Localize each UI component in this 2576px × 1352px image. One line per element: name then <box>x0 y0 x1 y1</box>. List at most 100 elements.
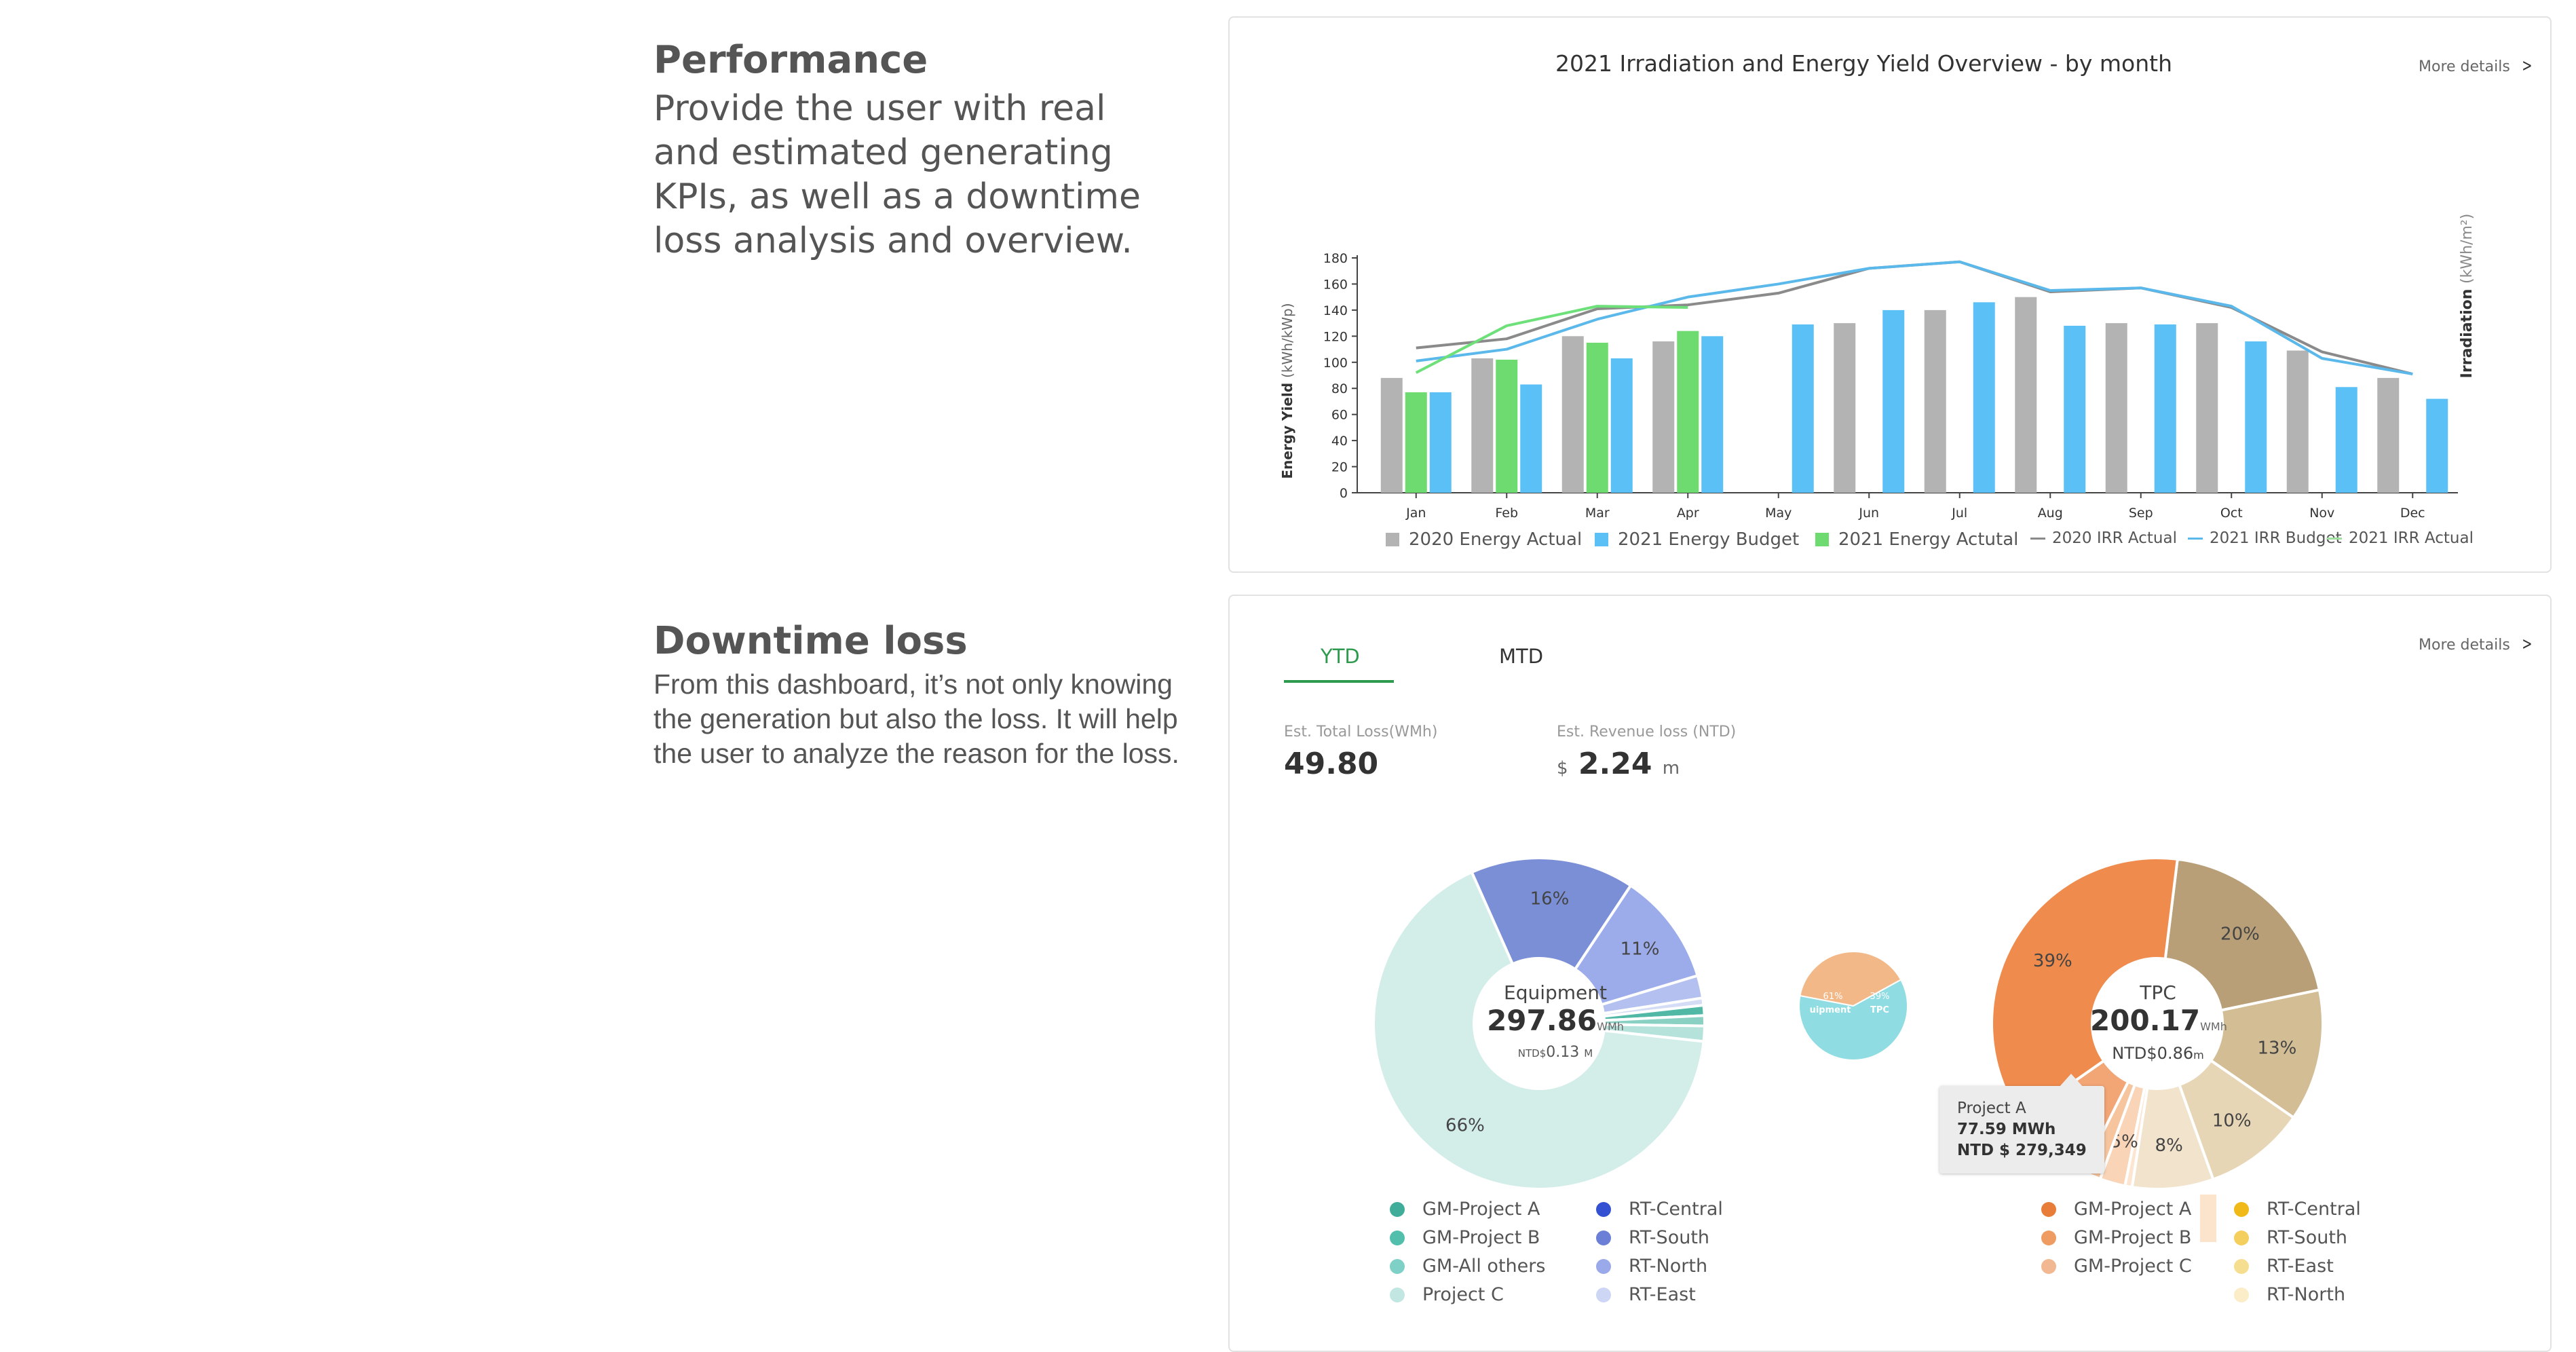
tpc-legend-gm-project-c[interactable]: GM-Project C <box>2041 1256 2192 1277</box>
bar-2020-energy-actual <box>2286 350 2309 493</box>
bar-2021-energy-budget <box>1610 358 1633 493</box>
x-tick-label: Aug <box>2038 506 2063 521</box>
equipment-center-title: Equipment <box>1504 981 1607 1004</box>
bar-2021-energy-budget <box>2064 325 2086 493</box>
tpc-legend-gm-project-a[interactable]: GM-Project A <box>2041 1199 2191 1220</box>
equipment-legend-gm-project-a[interactable]: GM-Project A <box>1390 1199 1540 1220</box>
legend-label: RT-East <box>2267 1256 2334 1277</box>
x-tick-label: Feb <box>1495 506 1518 521</box>
tpc-legend-rt-east[interactable]: RT-East <box>2234 1256 2334 1277</box>
y-tick-label: 60 <box>1331 408 1348 423</box>
legend-label: GM-Project A <box>1422 1199 1540 1220</box>
bar-2020-energy-actual <box>1471 358 1494 493</box>
slice-tooltip: Project A 77.59 MWh NTD $ 279,349 <box>1939 1086 2104 1173</box>
y-tick-label: 80 <box>1331 381 1348 396</box>
tpc-sub-value: 0.86 <box>2157 1044 2194 1063</box>
yield-chart: 0 20 40 60 80 100 120 140 160 180 Energy Yield (kW… <box>1279 214 2476 521</box>
equipment-sub-value: 0.13 <box>1546 1044 1580 1061</box>
legend-item-2021-energy-actutal[interactable]: 2021 Energy Actutal <box>1815 529 2018 550</box>
equipment-sub-unit: M <box>1584 1047 1593 1059</box>
equipment-legend-project-c[interactable]: Project C <box>1390 1284 1504 1305</box>
y-tick-label: 160 <box>1323 277 1348 292</box>
legend-label: RT-North <box>2267 1284 2346 1305</box>
legend-label: 2021 IRR Actual <box>2349 529 2474 547</box>
bar-2021-energy-budget <box>2426 398 2448 493</box>
legend-item-2021-irr-actual[interactable]: 2021 IRR Actual <box>2327 529 2474 547</box>
legend-dot <box>1390 1258 1405 1274</box>
tooltip-arrow <box>2059 1074 2083 1087</box>
tpc-legend-rt-south[interactable]: RT-South <box>2234 1227 2347 1248</box>
bar-2021-energy-actutal <box>1677 331 1699 493</box>
legend-dot <box>1596 1230 1611 1245</box>
legend-dot <box>2041 1258 2056 1274</box>
mini-pie-label: TPC <box>1870 1005 1889 1015</box>
equipment-center-sub: NTD$0.13 M <box>1481 1044 1630 1061</box>
tpc-legend-rt-north[interactable]: RT-North <box>2234 1284 2345 1305</box>
legend-label: 2021 Energy Budget <box>1618 529 1800 550</box>
x-tick-label: Oct <box>2220 506 2243 521</box>
bar-2021-energy-actutal <box>1586 342 1608 493</box>
equipment-value-number: 297.86 <box>1487 1004 1597 1037</box>
x-tick-label: Sep <box>2129 506 2153 521</box>
legend-dot <box>1390 1201 1405 1217</box>
equipment-slice-label: 16% <box>1530 889 1570 909</box>
equipment-legend-rt-east[interactable]: RT-East <box>1596 1284 1696 1305</box>
x-tick-label: Jan <box>1405 506 1426 521</box>
x-tick-label: Dec <box>2400 506 2425 521</box>
x-tick-label: Jul <box>1951 506 1967 521</box>
y-tick-label: 100 <box>1323 356 1348 371</box>
x-tick-label: Apr <box>1677 506 1699 521</box>
equipment-legend-rt-north[interactable]: RT-North <box>1596 1256 1707 1277</box>
legend-line <box>2030 537 2045 540</box>
bar-2021-energy-actutal <box>1405 392 1427 493</box>
legend-scroll-indicator[interactable] <box>2200 1195 2216 1242</box>
y-axis-label: Energy Yield (kWh/kWp) <box>1279 303 1295 478</box>
equipment-legend-rt-central[interactable]: RT-Central <box>1596 1199 1723 1220</box>
bar-2021-energy-budget <box>2335 387 2357 493</box>
legend-label: RT-Central <box>1629 1199 1723 1220</box>
equipment-tpc-mini-pie[interactable]: 61% uipment 39% TPC <box>1798 951 1908 1061</box>
x-tick-label: May <box>1765 506 1792 521</box>
equipment-legend-gm-project-b[interactable]: GM-Project B <box>1390 1227 1540 1248</box>
legend-line <box>2327 537 2342 540</box>
x-tick-label: Mar <box>1585 506 1610 521</box>
legend-item-2020-energy-actual[interactable]: 2020 Energy Actual <box>1386 529 1582 550</box>
legend-dot <box>2041 1201 2056 1217</box>
tooltip-mwh: 77.59 MWh <box>1957 1121 2056 1138</box>
tpc-center-sub: NTD$0.86m <box>2090 1044 2226 1063</box>
legend-label: Project C <box>1422 1284 1504 1305</box>
y2-axis-label: Irradiation (kWh/m²) <box>2459 214 2476 379</box>
bar-2021-energy-budget <box>1973 302 1995 493</box>
bar-2021-energy-budget <box>1701 336 1724 493</box>
legend-label: RT-South <box>2267 1227 2348 1248</box>
x-tick-label: Jun <box>1858 506 1879 521</box>
legend-dot <box>2234 1287 2249 1302</box>
y-tick-label: 20 <box>1331 460 1348 475</box>
legend-label: GM-Project C <box>2074 1256 2192 1277</box>
line-2021-irr-actual <box>1415 305 1688 374</box>
legend-item-2020-irr-actual[interactable]: 2020 IRR Actual <box>2030 529 2177 547</box>
tpc-legend-gm-project-b[interactable]: GM-Project B <box>2041 1227 2191 1248</box>
bar-2021-energy-budget <box>1429 392 1452 493</box>
legend-swatch <box>1595 533 1608 546</box>
equipment-legend-gm-all-others[interactable]: GM-All others <box>1390 1256 1545 1277</box>
bar-2020-energy-actual <box>2105 323 2127 493</box>
legend-item-2021-energy-budget[interactable]: 2021 Energy Budget <box>1595 529 1799 550</box>
legend-dot <box>1596 1258 1611 1274</box>
tpc-slice-label: 39% <box>2033 951 2072 971</box>
legend-label: RT-Central <box>2267 1199 2361 1220</box>
legend-label: 2021 Energy Actutal <box>1838 529 2019 550</box>
legend-item-2021-irr-budget[interactable]: 2021 IRR Budget <box>2188 529 2342 547</box>
tpc-legend-rt-central[interactable]: RT-Central <box>2234 1199 2361 1220</box>
equipment-slice-label: 66% <box>1445 1115 1485 1135</box>
legend-label: GM-All others <box>1422 1256 1546 1277</box>
equipment-legend-rt-south[interactable]: RT-South <box>1596 1227 1709 1248</box>
mini-pie-label: uipment <box>1810 1005 1851 1015</box>
bar-2020-energy-actual <box>1380 377 1403 493</box>
bar-2020-energy-actual <box>1834 323 1856 493</box>
legend-label: GM-Project A <box>2074 1199 2192 1220</box>
legend-label: GM-Project B <box>1422 1227 1540 1248</box>
bar-2021-energy-actutal <box>1496 359 1518 493</box>
bar-2020-energy-actual <box>2015 297 2037 493</box>
tpc-value-unit: WMh <box>2200 1020 2227 1033</box>
